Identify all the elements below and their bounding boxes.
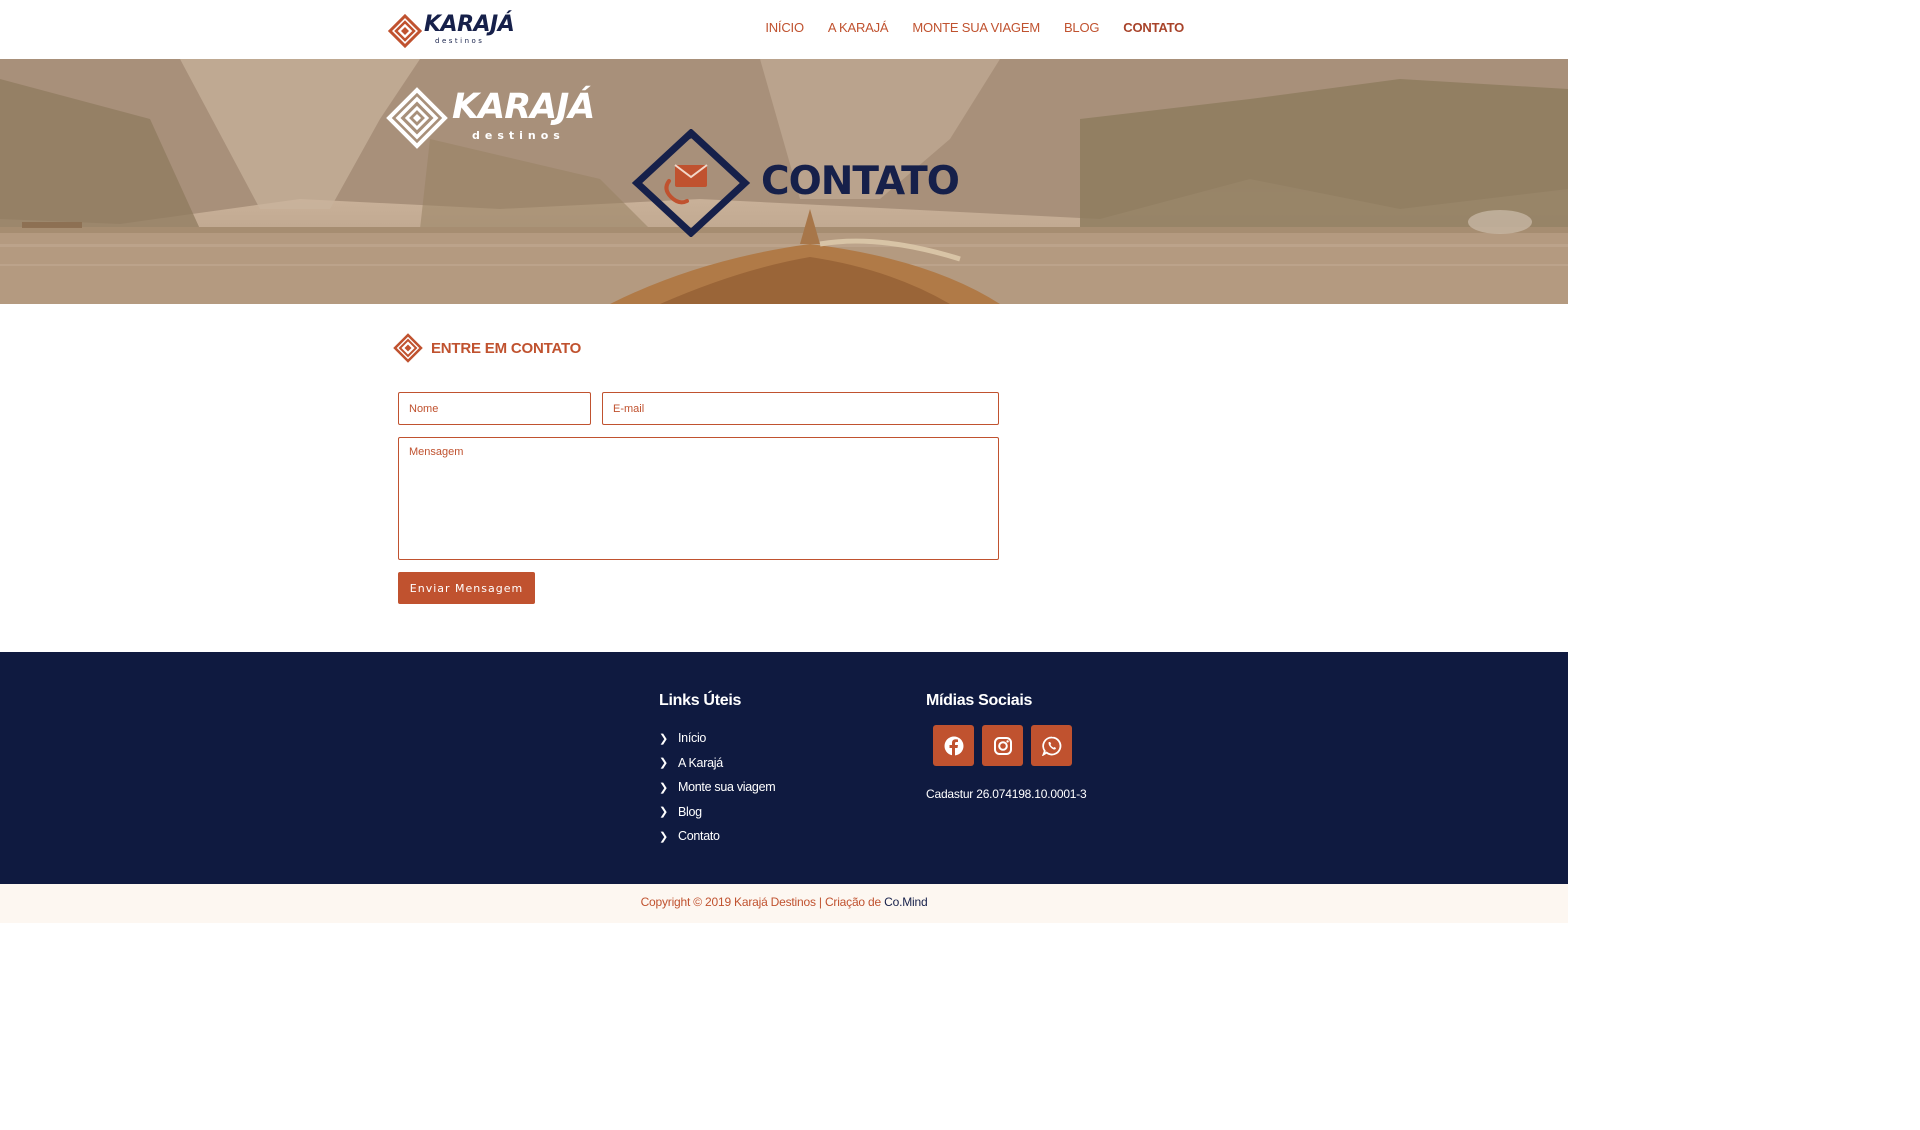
footer-karaja-logo[interactable]: KARAJÁ destinos [386,85,601,150]
copyright-bar: Copyright © 2019 Karajá Destinos | Criaç… [0,884,1568,923]
nav-item-contato[interactable]: CONTATO [1123,20,1184,35]
karaja-logo[interactable]: KARAJÁ destinos [388,12,515,48]
footer-link-monte-sua-viagem[interactable]: ❯ Monte sua viagem [659,775,776,800]
footer-link-label: Início [678,731,707,746]
karaja-diamond-icon [393,333,423,363]
hero-title-block: CONTATO [631,129,960,237]
nav-item-a-karaja[interactable]: A KARAJÁ [828,20,889,35]
nav-item-monte-sua-viagem[interactable]: MONTE SUA VIAGEM [912,20,1040,35]
logo-tagline: destinos [435,37,485,45]
logo-wordmark: KARAJÁ [424,12,515,37]
footer-link-blog[interactable]: ❯ Blog [659,800,775,825]
contact-envelope-phone-icon [631,129,751,237]
footer-link-inicio[interactable]: ❯ Início [659,726,775,751]
nav-item-blog[interactable]: BLOG [1064,20,1100,35]
name-input[interactable] [398,392,591,425]
footer-logo-tagline: destinos [472,129,565,142]
chevron-right-icon: ❯ [659,732,668,745]
site-footer [0,652,1568,884]
whatsapp-icon [1041,736,1061,756]
comind-credit-link[interactable]: Co.Mind [884,895,927,909]
social-title: Mídias Sociais [926,692,1033,709]
page-title: CONTATO [761,159,960,204]
footer-link-label: Contato [678,829,720,844]
footer-logo-wordmark: KARAJÁ [452,87,595,127]
footer-link-label: A Karajá [678,755,723,770]
instagram-icon [993,736,1012,755]
footer-links-list: ❯ Início ❯ A Karajá ❯ Monte sua viagem ❯ Blo… [659,726,776,849]
karaja-diamond-icon [386,87,448,149]
nav-item-inicio[interactable]: INÍCIO [765,20,804,35]
copyright-label: Copyright © 2019 Karajá Destinos | Criaç… [640,895,882,909]
instagram-button[interactable] [982,725,1023,766]
footer-link-a-karaja[interactable]: ❯ A Karajá [659,751,775,776]
whatsapp-button[interactable] [1031,725,1072,766]
facebook-icon [944,736,963,755]
cadastur-number: Cadastur 26.074198.10.0001-3 [926,787,1087,801]
send-message-button[interactable]: Enviar Mensagem [398,572,535,604]
chevron-right-icon: ❯ [659,806,668,819]
footer-link-contato[interactable]: ❯ Contato [659,824,775,849]
email-input[interactable] [602,392,999,425]
chevron-right-icon: ❯ [659,781,668,794]
hero-banner: CONTATO [0,59,1568,304]
contact-section-heading: ENTRE EM CONTATO [393,333,581,363]
message-textarea[interactable] [398,437,999,560]
footer-link-label: Monte sua viagem [678,780,776,795]
main-nav: INÍCIO A KARAJÁ MONTE SUA VIAGEM BLOG CO… [741,20,1184,35]
karaja-diamond-icon [388,14,422,48]
facebook-button[interactable] [933,725,974,766]
chevron-right-icon: ❯ [659,830,668,843]
site-header: KARAJÁ destinos INÍCIO A KARAJÁ MONTE SU… [0,0,1568,59]
links-title: Links Úteis [659,692,742,709]
footer-link-label: Blog [678,804,702,819]
chevron-right-icon: ❯ [659,757,668,770]
copyright-text: Copyright © 2019 Karajá Destinos | Criaç… [0,895,1568,909]
contact-heading-text: ENTRE EM CONTATO [431,339,582,357]
